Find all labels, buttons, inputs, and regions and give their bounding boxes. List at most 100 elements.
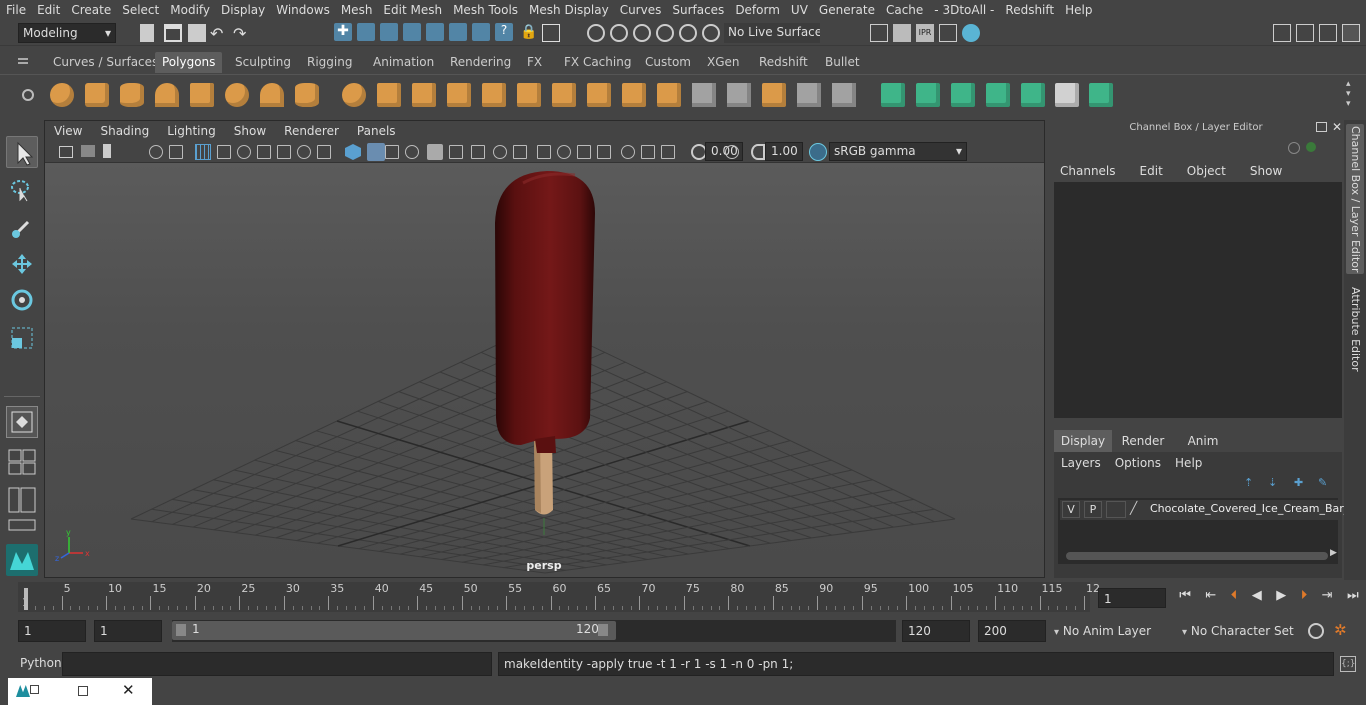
viewport-menu-view[interactable]: View [45,124,91,138]
tool-settings-toggle-icon[interactable] [1319,24,1337,42]
playback-start-field[interactable]: 1 [94,620,162,642]
mirror-icon[interactable] [412,83,436,107]
attribute-editor-toggle-icon[interactable] [1296,24,1314,42]
layer-playback-toggle[interactable]: P [1084,501,1102,518]
menu-display[interactable]: Display [215,3,270,17]
modeling-toolkit-icon[interactable] [1273,24,1291,42]
safe-action-icon[interactable] [405,145,419,159]
select-by-hierarchy-icon[interactable]: ✚ [334,23,352,41]
step-forward-icon[interactable]: ⇥ [1322,588,1333,608]
anim-prefs-icon[interactable]: ✲ [1334,621,1347,639]
hud-icon[interactable] [661,145,675,159]
isolate-icon[interactable] [277,145,291,159]
persp-outliner-layout[interactable] [6,484,38,516]
combine-icon[interactable] [342,83,366,107]
shelf-tab-fx[interactable]: FX [520,52,549,73]
range-track[interactable]: 1 120 [172,620,896,642]
lasso-tool[interactable] [6,174,38,206]
grid-toggle-icon[interactable] [195,144,211,160]
close-icon[interactable]: ✕ [1332,120,1342,134]
menu-modify[interactable]: Modify [164,3,215,17]
menu-cache[interactable]: Cache [880,3,928,17]
bridge-icon[interactable] [622,83,646,107]
viewport-menu-renderer[interactable]: Renderer [275,124,348,138]
view-transform-icon[interactable] [725,145,739,159]
uv-planar-icon[interactable] [881,83,905,107]
select-tool[interactable] [6,136,38,168]
single-perspective-layout[interactable] [6,406,38,438]
render-settings-icon[interactable] [870,24,888,42]
extract-icon[interactable] [832,83,856,107]
depth-of-field-icon[interactable] [597,145,611,159]
tab-attribute-editor[interactable]: Attribute Editor [1346,284,1364,374]
resolution-gate-icon[interactable] [297,145,311,159]
save-scene-icon[interactable] [188,24,206,42]
uv-cylindrical-icon[interactable] [916,83,940,107]
layer-tab-render[interactable]: Render [1114,430,1172,452]
anim-layer-dropdown[interactable]: ▾ No Anim Layer [1050,620,1172,642]
channel-box-toggle-icon[interactable] [1342,24,1360,42]
menu-file[interactable]: File [0,3,31,17]
poly-pipe-icon[interactable] [295,83,319,107]
hypershade-icon[interactable] [962,24,980,42]
close-window-icon[interactable]: ✕ [122,681,135,699]
channel-menu-show[interactable]: Show [1238,162,1294,180]
uv-unfold-icon[interactable] [1089,83,1113,107]
layer-scrollbar[interactable] [1066,552,1328,560]
menu-select[interactable]: Select [116,3,164,17]
current-time-indicator[interactable] [24,588,28,610]
isolate-select-icon[interactable] [621,145,635,159]
layer-menu-layers[interactable]: Layers [1054,454,1108,472]
menu-deform[interactable]: Deform [729,3,785,17]
render-frame-icon[interactable] [893,24,911,42]
playback-end-field[interactable]: 120 [902,620,970,642]
layer-move-down-icon[interactable]: ⇣ [1268,476,1277,489]
scale-tool[interactable] [6,322,38,354]
poly-cone-icon[interactable] [155,83,179,107]
dolly-icon[interactable] [217,145,231,159]
new-scene-icon[interactable] [140,24,154,42]
menu-3dtoall[interactable]: - 3DtoAll - [928,3,999,17]
insert-edge-loop-icon[interactable] [692,83,716,107]
select-highlight-icon[interactable] [542,24,560,42]
viewport-menu-shading[interactable]: Shading [91,124,158,138]
character-set-dropdown[interactable]: ▾ No Character Set [1178,620,1298,642]
extrude-icon[interactable] [482,83,506,107]
layer-name[interactable]: Chocolate_Covered_Ice_Cream_Bar_00 [1150,502,1363,515]
step-forward-key-icon[interactable]: ⏵ [1301,588,1308,608]
uv-editor-icon[interactable] [1021,83,1045,107]
layer-tab-display[interactable]: Display [1054,430,1112,452]
uv-layout-icon[interactable] [1055,83,1079,107]
range-end-grip[interactable] [598,624,608,636]
menu-create[interactable]: Create [65,3,116,17]
range-handle[interactable]: 1 120 [172,621,616,640]
use-lights-icon[interactable] [493,145,507,159]
snap-to-point-icon[interactable] [633,24,651,42]
layer-tab-anim[interactable]: Anim [1174,430,1232,452]
select-by-object-icon[interactable] [357,23,375,41]
uv-spherical-icon[interactable] [951,83,975,107]
field-chart-icon[interactable] [385,145,399,159]
target-weld-icon[interactable] [587,83,611,107]
menu-curves[interactable]: Curves [614,3,667,17]
paint-select-tool[interactable] [6,212,38,244]
gamma-field[interactable]: 1.00 [765,142,803,161]
scene-start-field[interactable]: 1 [18,620,86,642]
viewport-menu-lighting[interactable]: Lighting [158,124,225,138]
track-camera-icon[interactable] [169,145,183,159]
safe-title-icon[interactable] [449,145,463,159]
open-scene-icon[interactable] [164,24,182,42]
command-input[interactable] [62,652,492,676]
auto-key-icon[interactable] [1308,623,1324,639]
xray-icon[interactable] [427,144,443,160]
gamma-icon[interactable] [751,144,765,160]
layer-menu-help[interactable]: Help [1168,454,1209,472]
menu-mesh-tools[interactable]: Mesh Tools [447,3,523,17]
append-polygon-icon[interactable] [657,83,681,107]
channel-menu-object[interactable]: Object [1175,162,1238,180]
shelf-scroll-icon[interactable]: ▴ ▾ ▾ [1346,79,1351,109]
poly-cube-icon[interactable] [85,83,109,107]
menu-redshift[interactable]: Redshift [999,3,1059,17]
poly-cylinder-icon[interactable] [120,83,144,107]
play-backwards-icon[interactable]: ◀ [1252,588,1262,608]
